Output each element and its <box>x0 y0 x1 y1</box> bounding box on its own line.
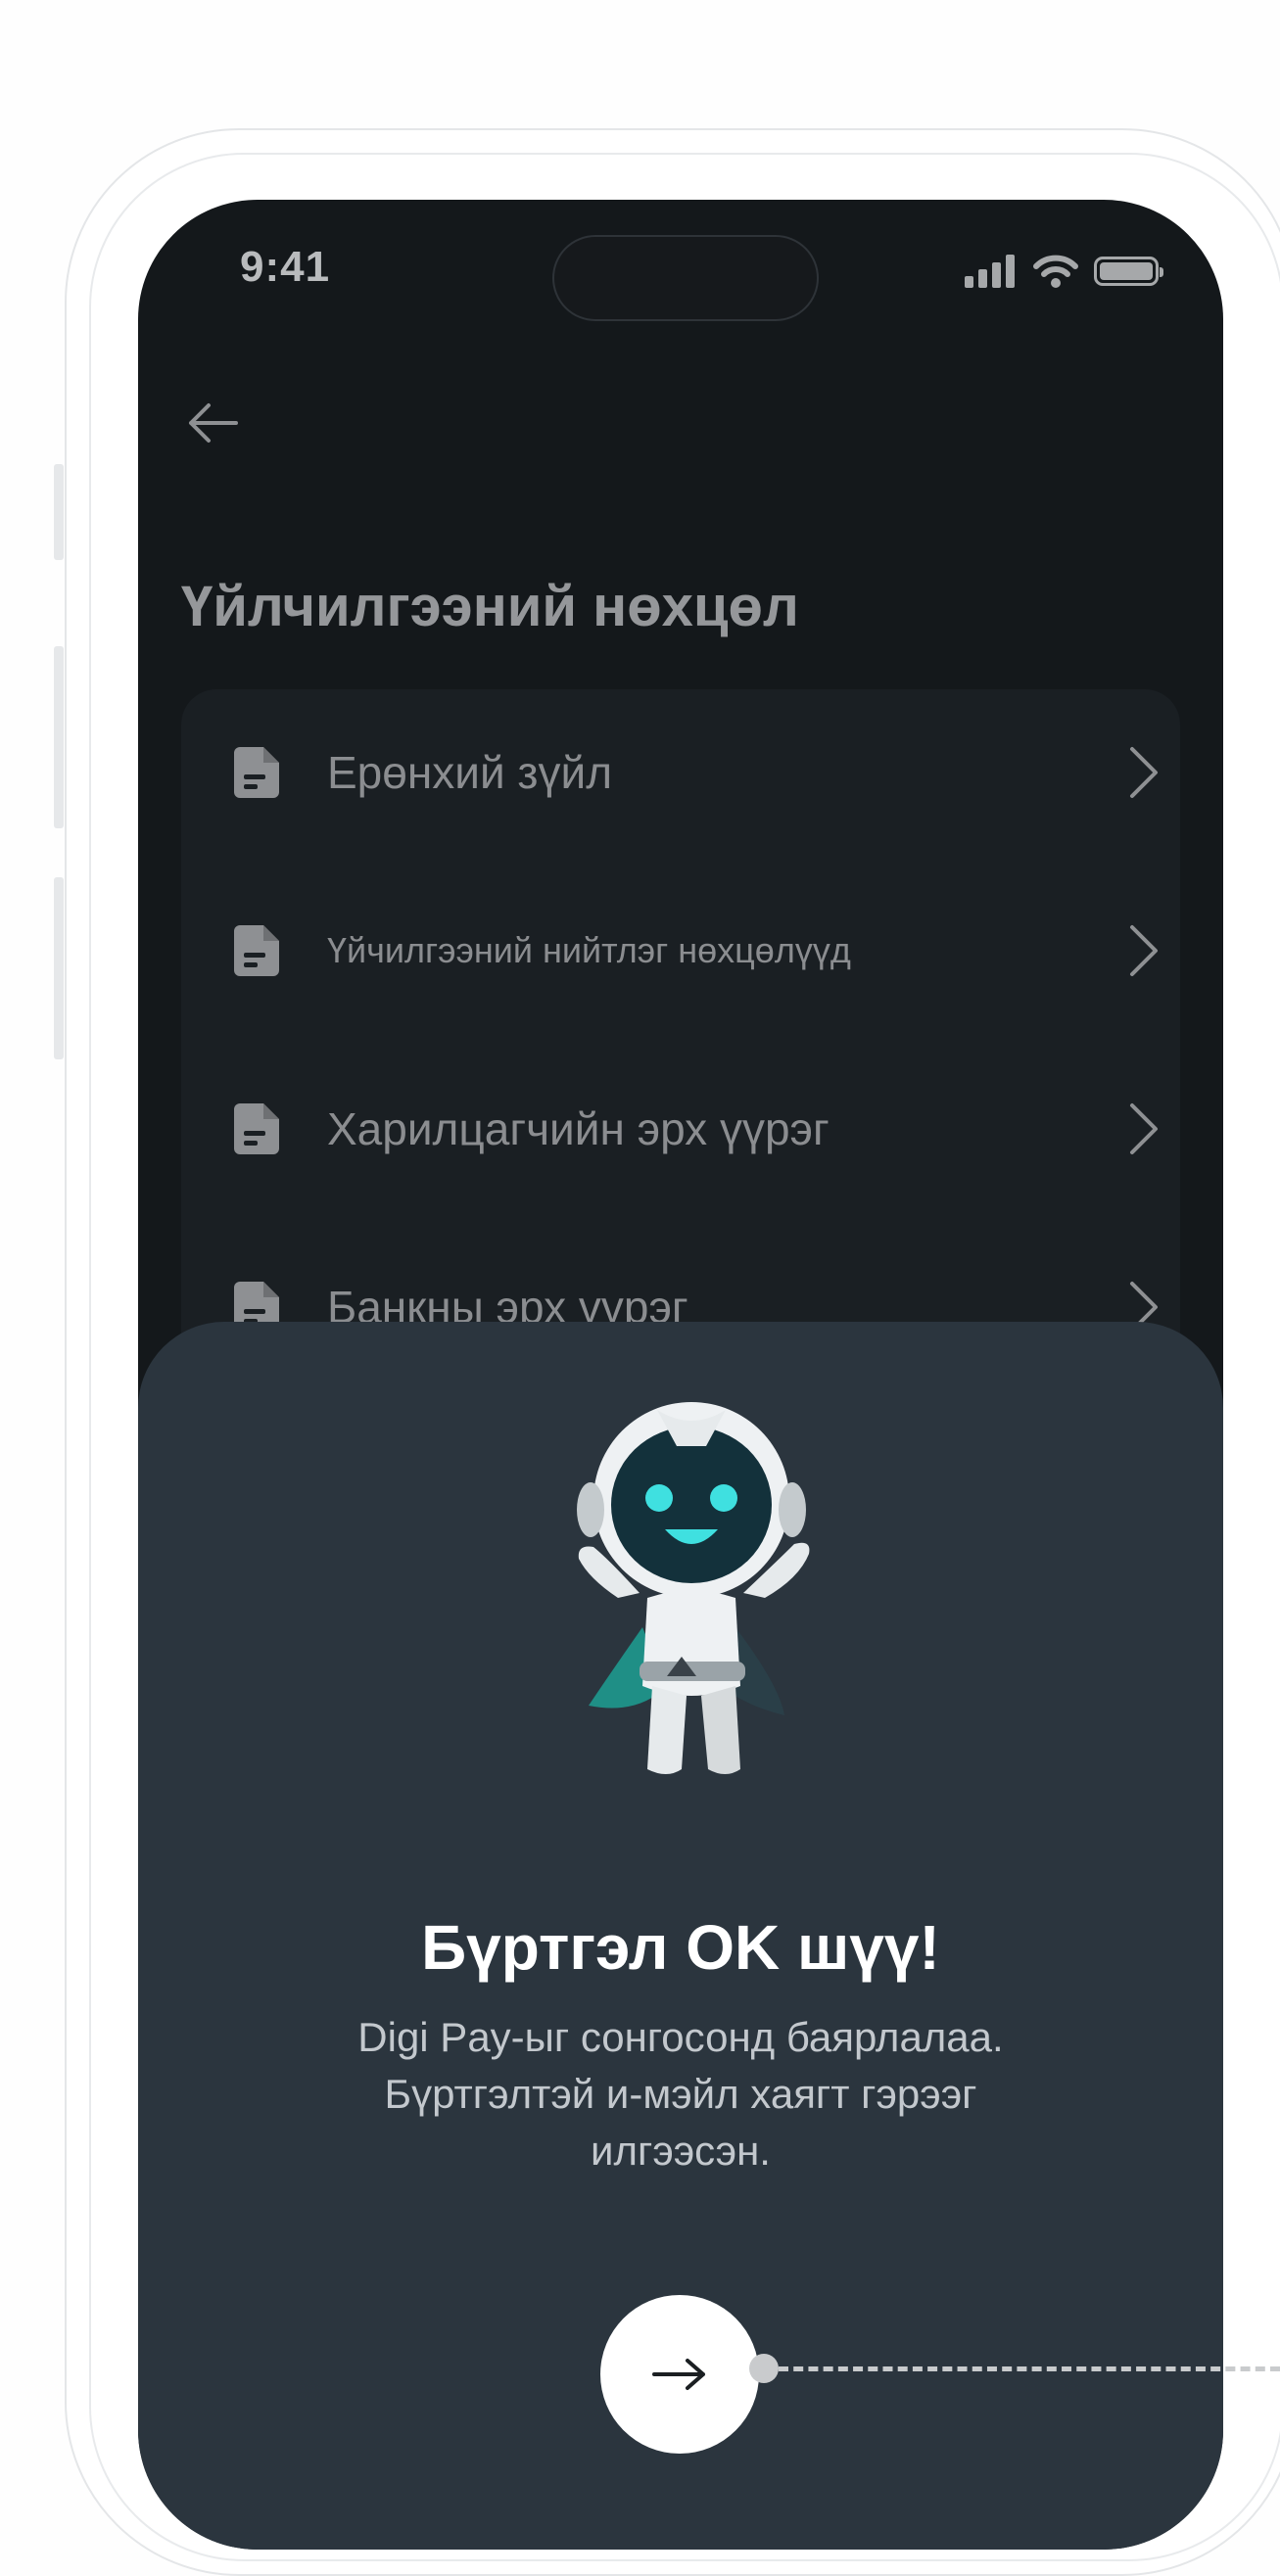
phone-screen: 9:41 Үйлчилгээний нөхцөл Ерөнхий зүйл Үй… <box>138 200 1223 2550</box>
robot-mascot-illustration <box>577 1402 810 1774</box>
annotation-connector-line <box>779 2366 1280 2371</box>
next-button[interactable] <box>600 2295 759 2454</box>
status-icons <box>965 255 1163 288</box>
chevron-right-icon <box>1130 925 1158 976</box>
dynamic-island <box>552 235 819 321</box>
menu-item-label: Ерөнхий зүйл <box>327 747 613 798</box>
signal-icon <box>965 255 1015 288</box>
device-volume-up <box>54 646 64 828</box>
device-mute-switch <box>54 464 64 560</box>
document-icon <box>234 925 279 976</box>
menu-item-general[interactable]: Ерөнхий зүйл <box>181 689 1180 856</box>
menu-item-general-terms[interactable]: Үйчилгээний нийтлэг нөхцөлүүд <box>181 867 1180 1034</box>
device-volume-down <box>54 877 64 1059</box>
chevron-right-icon <box>1130 1103 1158 1154</box>
menu-item-label: Харилцагчийн эрх үүрэг <box>327 1103 830 1154</box>
wifi-icon <box>1033 255 1078 288</box>
menu-item-label: Үйчилгээний нийтлэг нөхцөлүүд <box>327 930 851 970</box>
success-bottom-sheet: Бүртгэл OK шүү! Digi Pay-ыг сонгосонд ба… <box>138 1322 1223 2550</box>
arrow-left-icon[interactable] <box>181 392 244 454</box>
document-icon <box>234 747 279 798</box>
menu-item-customer-rights[interactable]: Харилцагчийн эрх үүрэг <box>181 1046 1180 1212</box>
success-title: Бүртгэл OK шүү! <box>421 1912 940 1983</box>
battery-icon <box>1094 257 1163 286</box>
document-icon <box>234 1103 279 1154</box>
status-time: 9:41 <box>240 243 331 291</box>
arrow-right-icon <box>652 2359 705 2390</box>
success-description: Digi Pay-ыг сонгосонд баярлалаа. Бүртгэл… <box>357 2014 1004 2174</box>
chevron-right-icon <box>1130 747 1158 798</box>
page-title: Үйлчилгээний нөхцөл <box>181 575 799 638</box>
annotation-connector-dot <box>749 2354 779 2383</box>
